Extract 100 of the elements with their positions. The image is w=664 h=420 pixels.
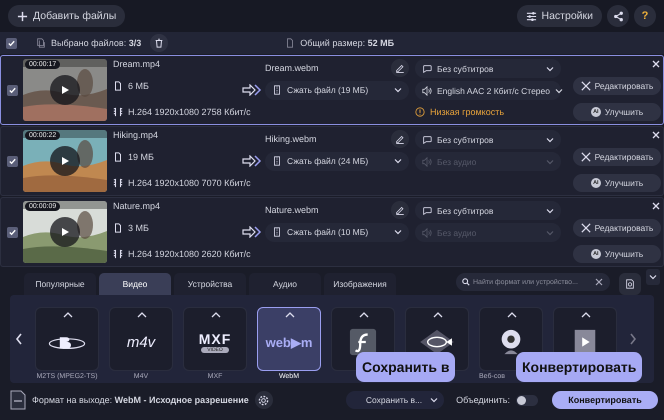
- share-icon: [612, 10, 624, 22]
- film-strip-icon: [113, 107, 123, 117]
- warning-icon: [415, 107, 425, 117]
- convert-button[interactable]: Конвертировать: [552, 391, 658, 409]
- save-to-tooltip: Сохранить в: [356, 352, 456, 382]
- play-icon: [60, 156, 70, 166]
- close-icon: [652, 202, 660, 210]
- pencil-icon: [395, 63, 405, 73]
- pencil-icon: [395, 134, 405, 144]
- collapse-button[interactable]: [646, 269, 660, 285]
- file-name: Dream.mp4: [113, 59, 162, 69]
- remove-file-button[interactable]: [651, 59, 661, 69]
- save-to-dropdown[interactable]: Сохранить в...: [346, 391, 444, 409]
- codec-info: H.264 1920x1080 2620 Кбит/с: [128, 249, 251, 259]
- play-icon: [60, 85, 70, 95]
- gear-icon: [258, 394, 270, 406]
- file-size: 3 МБ: [128, 223, 149, 233]
- compress-dropdown[interactable]: Сжать файл (24 МБ): [265, 152, 409, 170]
- chevron-down-icon: [546, 64, 554, 72]
- format-file-icon: [10, 390, 26, 410]
- format-tab[interactable]: Аудио: [249, 273, 321, 295]
- speech-bubble-icon: [422, 64, 432, 74]
- zipper-icon: [272, 156, 282, 166]
- format-tab[interactable]: Популярные: [24, 273, 96, 295]
- file-checkbox[interactable]: [6, 226, 18, 238]
- device-detect-button[interactable]: [619, 273, 641, 295]
- file-checkbox[interactable]: [6, 84, 18, 96]
- zipper-icon: [272, 85, 282, 95]
- remove-file-button[interactable]: [651, 130, 661, 140]
- chevron-down-icon: [546, 228, 554, 236]
- chevron-left-icon: [15, 333, 23, 345]
- total-size: Общий размер: 52 МБ: [300, 38, 394, 48]
- chevron-down-icon: [546, 206, 554, 214]
- compress-dropdown[interactable]: Сжать файл (19 МБ): [265, 80, 409, 100]
- format-settings-button[interactable]: [254, 391, 273, 409]
- remove-file-button[interactable]: [651, 201, 661, 211]
- merge-toggle[interactable]: [516, 394, 538, 406]
- format-logo: web▶m: [266, 334, 312, 350]
- chevron-down-icon: [394, 86, 402, 94]
- caret-icon: [581, 312, 591, 318]
- pencil-icon: [395, 205, 405, 215]
- merge-label: Объединить:: [456, 395, 510, 405]
- delete-button[interactable]: [150, 34, 168, 52]
- file-name: Hiking.mp4: [113, 130, 160, 140]
- speech-bubble-icon: [422, 134, 432, 144]
- sliders-icon: [526, 10, 536, 22]
- trash-icon: [154, 38, 164, 48]
- format-tab[interactable]: Изображения: [324, 273, 396, 295]
- plus-icon: [17, 10, 28, 22]
- clear-icon[interactable]: [595, 278, 603, 286]
- close-icon: [652, 60, 660, 68]
- chevron-right-icon: [629, 333, 637, 345]
- document-search-icon: [625, 279, 635, 289]
- help-button[interactable]: ?: [634, 5, 656, 27]
- output-file-name: Dream.webm: [265, 63, 319, 73]
- format-tile[interactable]: m4v: [109, 307, 173, 371]
- select-all-checkbox[interactable]: [6, 38, 17, 48]
- format-logo: MXF: [198, 331, 232, 347]
- chevron-down-icon: [430, 396, 438, 404]
- codec-info: H.264 1920x1080 7070 Кбит/с: [128, 178, 251, 188]
- format-tab[interactable]: Устройства: [174, 273, 246, 295]
- edit-button[interactable]: Редактировать: [573, 219, 661, 237]
- caret-icon: [433, 312, 443, 318]
- format-logo: m4v: [126, 334, 156, 350]
- chevron-down-icon: [546, 158, 554, 166]
- output-file-name: Hiking.webm: [265, 134, 317, 144]
- subtitles-dropdown[interactable]: Без субтитров: [415, 130, 561, 149]
- convert-tooltip: Конвертировать: [516, 352, 642, 382]
- subtitles-dropdown[interactable]: Без субтитров: [415, 201, 561, 220]
- rename-button[interactable]: [391, 59, 409, 77]
- low-volume-warning: Низкая громкость: [430, 107, 504, 117]
- format-tab[interactable]: Видео: [99, 273, 171, 295]
- edit-button[interactable]: Редактировать: [573, 77, 661, 95]
- caret-icon: [507, 312, 517, 318]
- compress-dropdown[interactable]: Сжать файл (10 МБ): [265, 222, 409, 242]
- file-size: 19 МБ: [128, 152, 154, 162]
- format-tile[interactable]: web▶m: [257, 307, 321, 371]
- share-button[interactable]: [607, 5, 629, 27]
- chevron-down-icon: [394, 157, 402, 165]
- format-tile[interactable]: [35, 307, 99, 371]
- rename-button[interactable]: [391, 201, 409, 219]
- rename-button[interactable]: [391, 130, 409, 148]
- speaker-icon: [422, 86, 432, 96]
- settings-button[interactable]: Настройки: [516, 5, 602, 27]
- caret-icon: [285, 312, 295, 318]
- edit-button[interactable]: Редактировать: [573, 148, 661, 166]
- convert-arrow-icon: [242, 155, 262, 167]
- add-files-button[interactable]: Добавить файлы: [8, 5, 126, 27]
- chevron-down-icon: [554, 86, 563, 94]
- caret-icon: [63, 312, 73, 318]
- close-icon: [652, 131, 660, 139]
- film-strip-icon: [113, 249, 123, 259]
- subtitles-dropdown[interactable]: Без субтитров: [415, 59, 561, 78]
- file-name: Nature.mp4: [113, 201, 162, 211]
- caret-icon: [211, 312, 221, 318]
- film-strip-icon: [113, 178, 123, 188]
- speech-bubble-icon: [422, 206, 432, 216]
- audio-dropdown[interactable]: English AAC 2 Кбит/с Стерео: [415, 81, 561, 100]
- file-checkbox[interactable]: [6, 156, 18, 166]
- file-size: 6 МБ: [128, 81, 149, 91]
